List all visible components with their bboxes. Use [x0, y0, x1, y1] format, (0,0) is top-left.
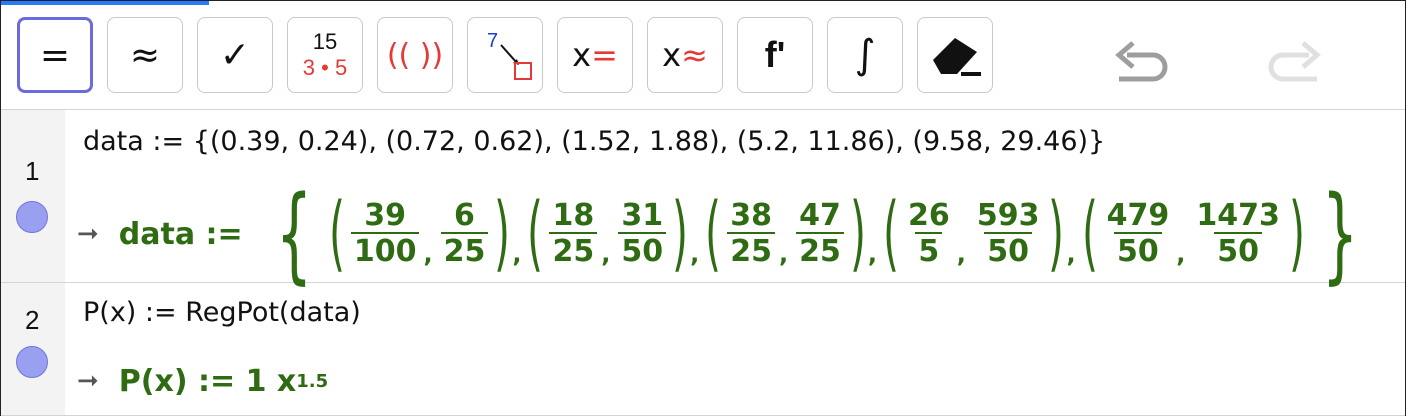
row-output: ➞ P(x) := 1 x 1.5 — [77, 359, 328, 403]
fraction: 47 25 — [796, 199, 844, 270]
cas-row-1[interactable]: 1 data := {(0.39, 0.24), (0.72, 0.62), (… — [1, 110, 1405, 295]
nsolve-icon: x≈ — [662, 36, 708, 74]
cas-rows: 1 data := {(0.39, 0.24), (0.72, 0.62), (… — [1, 110, 1405, 416]
parentheses-icon: (( )) — [386, 37, 444, 73]
output-label: P(x) := 1 x — [118, 363, 297, 399]
row-margin — [1, 110, 65, 282]
fraction: 593 50 — [976, 197, 1040, 269]
integral-button[interactable]: ∫ — [827, 17, 903, 93]
substitute-button[interactable]: 7 — [467, 17, 543, 93]
row-input[interactable]: data := {(0.39, 0.24), (0.72, 0.62), (1.… — [83, 126, 1105, 157]
fraction: 31 50 — [618, 199, 667, 270]
undo-button[interactable] — [1109, 35, 1173, 91]
substitute-icon: 7 — [487, 30, 532, 80]
eraser-icon — [933, 38, 981, 76]
nsolve-x: x — [662, 36, 682, 74]
fraction: 39 100 — [350, 199, 420, 270]
output-label: data := — [118, 216, 243, 252]
factor-button[interactable]: 15 3 • 5 — [287, 17, 363, 93]
solve-numeric-button[interactable]: x≈ — [647, 17, 723, 93]
approx-icon: ≈ — [129, 34, 161, 76]
solve-equals: = — [591, 36, 618, 74]
row-input[interactable]: P(x) := RegPot(data) — [83, 297, 361, 328]
integral-icon: ∫ — [854, 32, 876, 78]
nsolve-approx: ≈ — [681, 36, 708, 74]
undo-icon — [1115, 41, 1168, 82]
solve-button[interactable]: x= — [557, 17, 633, 93]
evaluate-numeric-button[interactable]: ≈ — [107, 17, 183, 93]
expand-button[interactable]: (( )) — [377, 17, 453, 93]
equals-icon: = — [39, 34, 71, 76]
factor-icon: 15 3 • 5 — [302, 29, 348, 80]
substitute-number: 7 — [487, 30, 498, 52]
cas-row-2[interactable]: 2 P(x) := RegPot(data) ➞ P(x) := 1 x 1.5 — [1, 283, 1405, 416]
visibility-toggle[interactable] — [16, 201, 48, 233]
redo-button[interactable] — [1263, 35, 1327, 91]
row-output: ➞ data := { ( 39 100, 6 25 ), ( 18 25, 31 50… — [77, 173, 1359, 295]
arrow-icon: ➞ — [77, 219, 99, 249]
fraction: 479 50 — [1106, 197, 1170, 269]
row-number: 2 — [25, 305, 40, 335]
redo-icon — [1268, 41, 1321, 82]
toolbar: = ≈ ✓ 15 3 • 5 (( )) 7 x= x≈ f' ∫ — [1, 5, 1405, 110]
fraction: 18 25 — [549, 199, 598, 270]
left-brace: { — [275, 173, 312, 295]
fraction: 6 25 — [440, 199, 489, 270]
solve-x: x — [572, 36, 592, 74]
output-exponent: 1.5 — [296, 370, 329, 392]
cas-window: = ≈ ✓ 15 3 • 5 (( )) 7 x= x≈ f' ∫ 1 data… — [0, 0, 1406, 416]
checkmark-icon: ✓ — [219, 34, 251, 76]
keep-input-button[interactable]: ✓ — [197, 17, 273, 93]
fraction: 1473 50 — [1196, 197, 1280, 269]
fraction: 26 5 — [907, 197, 950, 269]
visibility-toggle[interactable] — [16, 346, 48, 378]
evaluate-exact-button[interactable]: = — [17, 17, 93, 93]
derivative-icon: f' — [764, 34, 786, 75]
solve-icon: x= — [572, 36, 618, 74]
fraction: 38 25 — [727, 199, 775, 270]
derivative-button[interactable]: f' — [737, 17, 813, 93]
arrow-icon: ➞ — [77, 366, 99, 396]
right-brace: } — [1321, 173, 1359, 295]
delete-button[interactable] — [917, 17, 993, 93]
row-number: 1 — [25, 156, 40, 186]
